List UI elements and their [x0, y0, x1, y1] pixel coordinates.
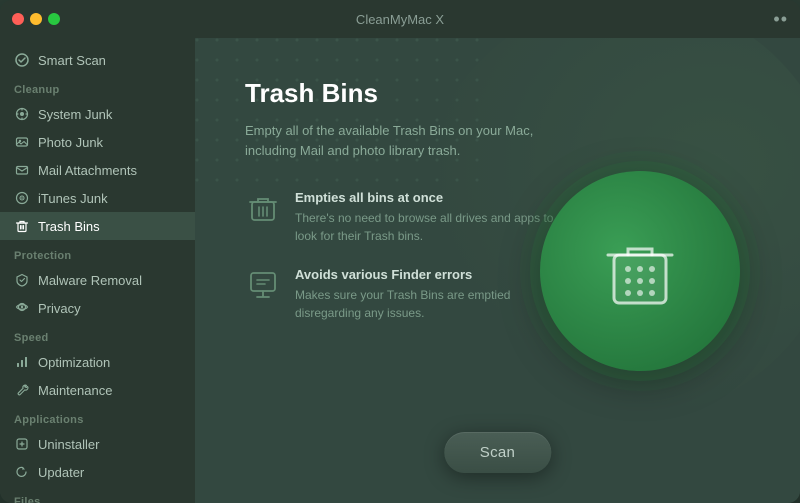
sidebar-item-itunes-junk[interactable]: iTunes Junk: [0, 184, 195, 212]
updater-label: Updater: [38, 465, 84, 480]
sidebar-item-malware-removal[interactable]: Malware Removal: [0, 266, 195, 294]
trash-can-svg: [596, 227, 684, 315]
sidebar-item-privacy[interactable]: Privacy: [0, 294, 195, 322]
itunes-junk-label: iTunes Junk: [38, 191, 108, 206]
feature-empties-all: Empties all bins at once There's no need…: [245, 190, 565, 245]
trash-bins-sidebar-icon: [14, 218, 30, 234]
updater-icon: [14, 464, 30, 480]
minimize-button[interactable]: [30, 13, 42, 25]
page-description: Empty all of the available Trash Bins on…: [245, 121, 565, 160]
photo-junk-icon: [14, 134, 30, 150]
empties-all-text: Empties all bins at once There's no need…: [295, 190, 565, 245]
sidebar: Smart Scan Cleanup System Junk: [0, 38, 195, 503]
section-files: Files: [0, 486, 195, 503]
scan-button-area: Scan: [444, 432, 551, 473]
section-speed: Speed: [0, 322, 195, 348]
optimization-icon: [14, 354, 30, 370]
avoids-errors-desc: Makes sure your Trash Bins are emptied d…: [295, 286, 565, 322]
titlebar: CleanMyMac X ••: [0, 0, 800, 38]
sidebar-item-maintenance[interactable]: Maintenance: [0, 376, 195, 404]
sidebar-item-uninstaller[interactable]: Uninstaller: [0, 430, 195, 458]
empties-all-icon: [245, 190, 281, 226]
section-applications: Applications: [0, 404, 195, 430]
maintenance-icon: [14, 382, 30, 398]
app-window: CleanMyMac X •• Smart Scan Cleanup: [0, 0, 800, 503]
close-button[interactable]: [12, 13, 24, 25]
content-inner: Trash Bins Empty all of the available Tr…: [245, 78, 565, 344]
empties-all-title: Empties all bins at once: [295, 190, 565, 205]
trash-circle: [540, 171, 740, 371]
smart-scan-icon: [14, 52, 30, 68]
trash-bins-label: Trash Bins: [38, 219, 100, 234]
empties-all-desc: There's no need to browse all drives and…: [295, 209, 565, 245]
sidebar-item-photo-junk[interactable]: Photo Junk: [0, 128, 195, 156]
avoids-errors-icon: [245, 267, 281, 303]
system-junk-icon: [14, 106, 30, 122]
maintenance-label: Maintenance: [38, 383, 112, 398]
mail-icon: [14, 162, 30, 178]
mail-attachments-label: Mail Attachments: [38, 163, 137, 178]
maximize-button[interactable]: [48, 13, 60, 25]
system-junk-label: System Junk: [38, 107, 112, 122]
feature-avoids-errors: Avoids various Finder errors Makes sure …: [245, 267, 565, 322]
main-layout: Smart Scan Cleanup System Junk: [0, 38, 800, 503]
sidebar-item-mail-attachments[interactable]: Mail Attachments: [0, 156, 195, 184]
section-cleanup: Cleanup: [0, 74, 195, 100]
sidebar-item-trash-bins[interactable]: Trash Bins: [0, 212, 195, 240]
itunes-icon: [14, 190, 30, 206]
smart-scan-label: Smart Scan: [38, 53, 106, 68]
avoids-errors-title: Avoids various Finder errors: [295, 267, 565, 282]
photo-junk-label: Photo Junk: [38, 135, 103, 150]
page-title: Trash Bins: [245, 78, 565, 109]
sidebar-item-optimization[interactable]: Optimization: [0, 348, 195, 376]
app-title: CleanMyMac X: [356, 12, 444, 27]
avoids-errors-text: Avoids various Finder errors Makes sure …: [295, 267, 565, 322]
malware-icon: [14, 272, 30, 288]
content-area: Trash Bins Empty all of the available Tr…: [195, 38, 800, 503]
optimization-label: Optimization: [38, 355, 110, 370]
scan-button[interactable]: Scan: [444, 432, 551, 473]
privacy-label: Privacy: [38, 301, 81, 316]
privacy-icon: [14, 300, 30, 316]
menu-dots-icon[interactable]: ••: [773, 9, 788, 30]
section-protection: Protection: [0, 240, 195, 266]
sidebar-item-system-junk[interactable]: System Junk: [0, 100, 195, 128]
uninstaller-label: Uninstaller: [38, 437, 99, 452]
sidebar-item-updater[interactable]: Updater: [0, 458, 195, 486]
malware-removal-label: Malware Removal: [38, 273, 142, 288]
uninstaller-icon: [14, 436, 30, 452]
traffic-lights: [12, 13, 60, 25]
trash-icon-area: [540, 171, 740, 371]
sidebar-item-smart-scan[interactable]: Smart Scan: [0, 46, 195, 74]
